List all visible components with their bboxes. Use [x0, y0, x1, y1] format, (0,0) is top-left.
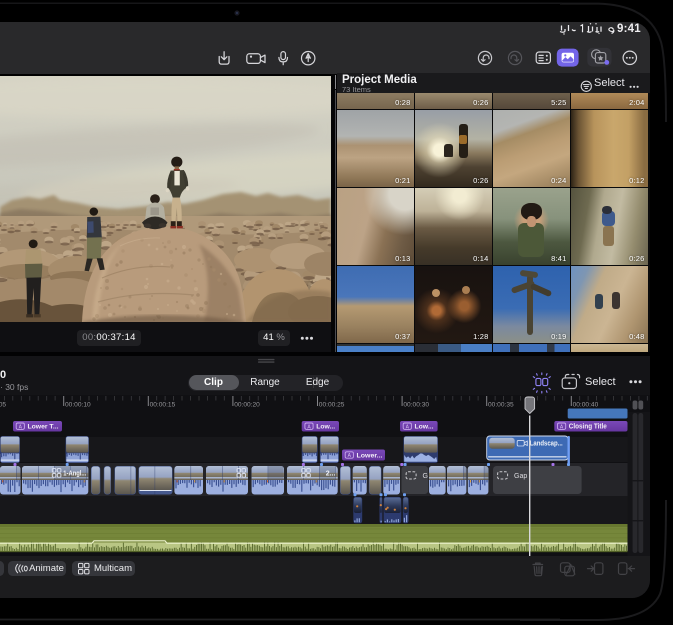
svg-text:00:00:30: 00:00:30 [403, 402, 429, 409]
svg-text:00:00:35: 00:00:35 [488, 402, 514, 409]
svg-text:Landscap...: Landscap... [530, 441, 563, 448]
svg-text:00:00:20: 00:00:20 [234, 402, 260, 409]
svg-text:Low...: Low... [316, 424, 335, 431]
svg-text:00:00:15: 00:00:15 [150, 402, 176, 409]
svg-text:00:00:05: 00:00:05 [0, 402, 6, 409]
svg-text:1-Angl...: 1-Angl... [63, 471, 86, 478]
svg-text:Low...: Low... [415, 424, 434, 431]
svg-text:2...: 2... [326, 471, 336, 478]
svg-text:G: G [423, 473, 428, 480]
svg-text:Gap: Gap [514, 473, 527, 480]
svg-text:Lower...: Lower... [357, 452, 383, 459]
svg-text:Closing Title: Closing Title [569, 422, 607, 431]
svg-text:00:00:40: 00:00:40 [573, 402, 599, 409]
svg-text:Lower T...: Lower T... [28, 424, 59, 431]
svg-text:00:00:10: 00:00:10 [65, 402, 91, 409]
svg-text:00:00:25: 00:00:25 [319, 402, 345, 409]
